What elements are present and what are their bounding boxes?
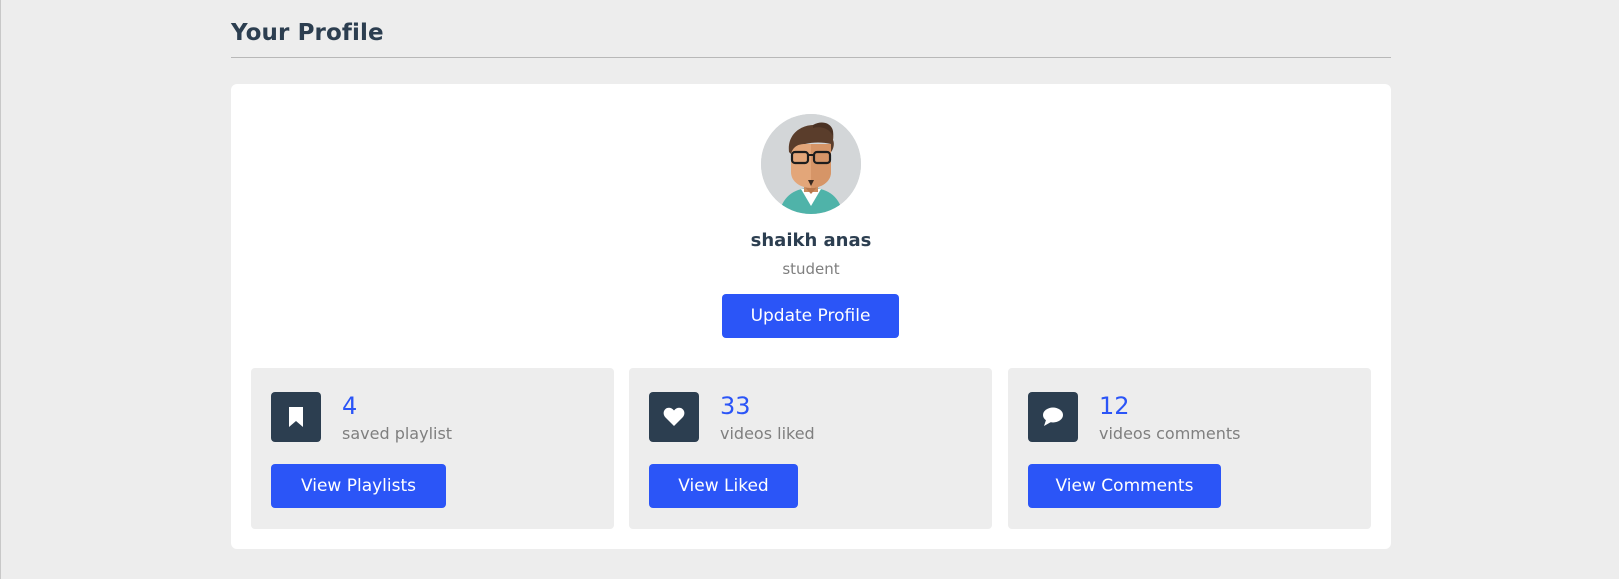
saved-playlist-label: saved playlist [342,424,453,443]
user-avatar-icon [761,114,861,214]
profile-card: shaikh anas student Update Profile 4 sav… [231,84,1391,549]
view-liked-button[interactable]: View Liked [649,464,798,508]
view-comments-button[interactable]: View Comments [1028,464,1221,508]
comment-icon [1028,392,1078,442]
bookmark-icon [271,392,321,442]
videos-liked-count: 33 [720,392,751,420]
videos-comments-box: 12 videos comments View Comments [1008,368,1371,529]
page-edge [0,0,1,579]
view-playlists-button[interactable]: View Playlists [271,464,446,508]
saved-playlist-count: 4 [342,392,358,420]
page-title: Your Profile [231,20,384,46]
update-profile-button[interactable]: Update Profile [722,294,899,338]
videos-liked-label: videos liked [720,424,815,443]
user-name: shaikh anas [750,230,872,251]
heart-icon [649,392,699,442]
videos-comments-label: videos comments [1099,424,1241,443]
avatar [761,114,861,214]
title-divider [231,57,1391,58]
saved-playlist-box: 4 saved playlist View Playlists [251,368,614,529]
videos-liked-box: 33 videos liked View Liked [629,368,992,529]
videos-comments-count: 12 [1099,392,1130,420]
user-role: student [782,260,840,278]
